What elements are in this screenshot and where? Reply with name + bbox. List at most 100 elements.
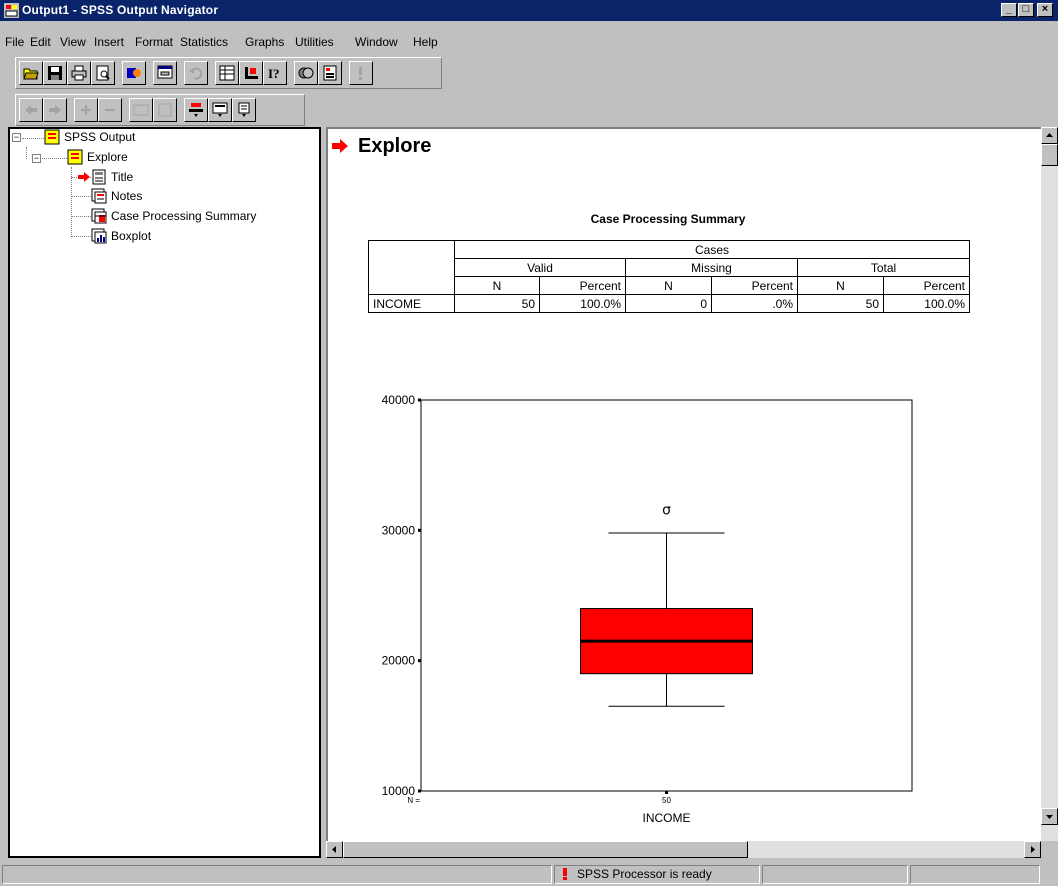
collapse-button[interactable] [98, 98, 122, 122]
use-sets-button[interactable] [294, 61, 318, 85]
goto-case-button[interactable] [239, 61, 263, 85]
status-bar: SPSS Processor is ready [0, 862, 1058, 886]
x-tick-label: 50 [662, 796, 671, 805]
table-col-header: Percent [711, 276, 798, 295]
scroll-left-button[interactable] [326, 841, 343, 858]
demote-icon [49, 105, 61, 115]
demote-button[interactable] [43, 98, 67, 122]
scroll-corner [1041, 841, 1058, 858]
arrow-left-icon [332, 846, 336, 853]
table-row: INCOME 50 100.0% 0 .0% 50 100.0% [368, 294, 970, 313]
recall-dialog-button[interactable] [153, 61, 177, 85]
horizontal-scrollbar[interactable] [326, 841, 1041, 858]
status-cell-processor: SPSS Processor is ready [554, 865, 760, 884]
hide-button[interactable] [153, 98, 177, 122]
menu-statistics[interactable]: Statistics [180, 35, 228, 49]
insert-text-icon [238, 102, 250, 117]
svg-text:I?: I? [268, 66, 280, 81]
goto-data-button[interactable] [215, 61, 239, 85]
tree-item-label: Explore [87, 150, 128, 164]
menu-utilities[interactable]: Utilities [295, 35, 334, 49]
boxplot-chart[interactable]: 10000200003000040000N = 50INCOMEσ [348, 379, 968, 839]
menu-window[interactable]: Window [355, 35, 398, 49]
output-content-pane[interactable]: Explore Case Processing Summary Cases Va… [326, 127, 1041, 841]
hide-icon [158, 103, 172, 117]
collapse-explore-toggle[interactable]: − [32, 154, 41, 163]
status-cell-empty [762, 865, 908, 884]
print-preview-button[interactable] [91, 61, 115, 85]
x-axis-label: INCOME [643, 811, 691, 825]
print-button[interactable] [67, 61, 91, 85]
menu-file[interactable]: File [5, 35, 24, 49]
insert-text-button[interactable] [232, 98, 256, 122]
table-subgroup-header: Total [797, 258, 970, 277]
current-item-arrow-icon [78, 172, 90, 182]
status-message: SPSS Processor is ready [577, 867, 712, 881]
expand-button[interactable] [74, 98, 98, 122]
goto-data-icon [219, 65, 235, 81]
table-cell: 100.0% [539, 294, 626, 313]
table-cell: 100.0% [883, 294, 970, 313]
table-col-header: N [454, 276, 540, 295]
undo-button[interactable] [184, 61, 208, 85]
export-icon [127, 68, 141, 78]
save-button[interactable] [43, 61, 67, 85]
menu-format[interactable]: Format [135, 35, 173, 49]
tree-item-label: Boxplot [111, 229, 152, 243]
promote-button[interactable] [19, 98, 43, 122]
scroll-down-button[interactable] [1041, 808, 1058, 825]
table-col-header: Percent [883, 276, 970, 295]
minimize-button[interactable]: _ [1001, 3, 1017, 17]
title-bar: Output1 - SPSS Output Navigator _ □ × [0, 0, 1058, 21]
scroll-right-button[interactable] [1024, 841, 1041, 858]
designate-window-button[interactable] [318, 61, 342, 85]
collapse-root-toggle[interactable]: − [12, 133, 21, 142]
recall-dialog-icon [157, 65, 173, 79]
menu-view[interactable]: View [60, 35, 86, 49]
table-group-header: Cases [454, 240, 970, 259]
arrow-up-icon [1046, 133, 1053, 137]
print-preview-icon [96, 65, 110, 81]
save-icon [48, 66, 62, 80]
status-cell-empty [910, 865, 1040, 884]
variables-icon: I? [268, 66, 280, 81]
horizontal-scroll-thumb[interactable] [343, 841, 748, 858]
spss-app-icon [4, 3, 19, 18]
vertical-scroll-thumb[interactable] [1041, 144, 1058, 166]
tree-line [22, 138, 44, 139]
open-button[interactable] [19, 61, 43, 85]
scroll-up-button[interactable] [1041, 127, 1058, 144]
tree-line [71, 196, 91, 197]
table-header-row: Cases [368, 240, 970, 295]
tree-item-label: Case Processing Summary [111, 209, 257, 223]
maximize-button[interactable]: □ [1018, 3, 1034, 17]
vertical-scrollbar[interactable] [1041, 127, 1058, 841]
case-processing-summary-table[interactable]: Cases Valid Missing Total N Percent N Pe… [368, 240, 970, 313]
outline-pane[interactable]: − SPSS Output − Explore Title Notes Case… [8, 127, 321, 858]
menu-bar: File Edit View Insert Format Statistics … [0, 22, 1058, 50]
show-button[interactable] [129, 98, 153, 122]
explore-heading: Explore [358, 135, 432, 157]
processor-status-icon [558, 867, 572, 881]
insert-title-icon [212, 102, 228, 117]
table-cell: 50 [797, 294, 884, 313]
designate-window-icon [323, 65, 337, 81]
table-cell: .0% [711, 294, 798, 313]
y-tick-label: 20000 [382, 654, 416, 668]
variables-button[interactable]: I? [263, 61, 287, 85]
insert-title-button[interactable] [208, 98, 232, 122]
info-button[interactable] [349, 61, 373, 85]
x-tick [665, 791, 668, 794]
menu-help[interactable]: Help [413, 35, 438, 49]
tree-line [71, 216, 91, 217]
menu-edit[interactable]: Edit [30, 35, 51, 49]
menu-insert[interactable]: Insert [94, 35, 124, 49]
y-tick [418, 789, 421, 793]
main-toolbar: I? [0, 54, 1058, 91]
menu-graphs[interactable]: Graphs [245, 35, 284, 49]
tree-item-label: Notes [111, 189, 143, 203]
close-button[interactable]: × [1037, 3, 1053, 17]
arrow-down-icon [1046, 815, 1053, 819]
export-button[interactable] [122, 61, 146, 85]
insert-heading-button[interactable] [184, 98, 208, 122]
